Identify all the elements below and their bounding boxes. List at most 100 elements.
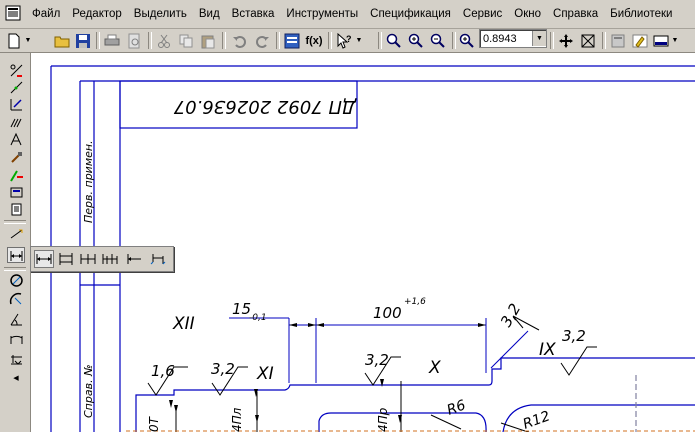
paste-icon[interactable] <box>198 31 218 50</box>
point-tool-icon[interactable] <box>7 79 25 95</box>
document-icon[interactable] <box>5 5 21 21</box>
linear-chain-icon[interactable] <box>100 250 120 268</box>
zoom-scale-input[interactable]: 0.8943 ▼ <box>479 29 547 48</box>
main-toolbar: ▼ f(x) ? ▼ ▼ <box>0 29 695 53</box>
roughness-value-1-6: 1,6 <box>151 362 175 380</box>
style-icon[interactable] <box>630 31 650 50</box>
dimension-group-button[interactable] <box>7 247 25 263</box>
expand-toolbar-icon[interactable]: ◀ <box>7 370 25 386</box>
toolbar-separator <box>452 32 456 49</box>
size-tool-icon[interactable] <box>7 96 25 112</box>
drawing-sheet: ДП 7092 2026З6.07 Перв. примен. Справ. №… <box>50 65 695 432</box>
linear-from-base-icon[interactable] <box>78 250 98 268</box>
roughness-value-3-2-d: 3,2 <box>497 300 525 330</box>
fragment-label-4pl: 4Пл <box>230 407 244 432</box>
menu-specification[interactable]: Спецификация <box>364 8 457 20</box>
edit-tool-icon[interactable] <box>7 131 25 147</box>
properties-panel-icon[interactable] <box>282 31 302 50</box>
cut-icon[interactable] <box>154 31 174 50</box>
height-dimension-tool-icon[interactable] <box>7 351 25 367</box>
linear-break-icon[interactable] <box>124 250 144 268</box>
linear-dimension-icon[interactable] <box>56 250 76 268</box>
redo-icon[interactable] <box>252 31 272 50</box>
save-icon[interactable] <box>73 31 93 50</box>
parametrization-tool-icon[interactable] <box>7 149 25 165</box>
radius-label-r6: R6 <box>445 397 468 418</box>
menu-service[interactable]: Сервис <box>457 8 508 20</box>
refresh-view-icon[interactable] <box>578 31 598 50</box>
zoom-in-icon[interactable] <box>406 31 426 50</box>
dimension-tolerance-15: -0,1 <box>249 313 267 323</box>
menu-insert[interactable]: Вставка <box>226 8 281 20</box>
toolbar-separator <box>378 32 382 49</box>
menu-editor[interactable]: Редактор <box>66 8 128 20</box>
view-dropdown-icon[interactable]: ▼ <box>671 31 679 50</box>
roughness-value-3-2-c: 3,2 <box>562 327 586 345</box>
select-tool-icon[interactable] <box>7 184 25 200</box>
menu-window[interactable]: Окно <box>508 8 547 20</box>
compact-toolbar: ◀ <box>0 53 31 432</box>
variables-fx-button[interactable]: f(x) <box>303 31 325 50</box>
linear-dimension-tool-icon[interactable] <box>7 227 25 243</box>
auto-dimension-icon[interactable] <box>34 250 54 268</box>
dimension-tolerance-100: +1,6 <box>404 297 426 307</box>
arc-length-tool-icon[interactable] <box>7 331 25 347</box>
zoom-window-icon[interactable] <box>384 31 404 50</box>
new-dropdown-icon[interactable]: ▼ <box>24 31 32 50</box>
menu-view[interactable]: Вид <box>193 8 226 20</box>
toolbar-separator <box>328 32 332 49</box>
fragment-label-0t: 0T <box>147 415 161 432</box>
zoom-dropdown-icon[interactable]: ▼ <box>532 31 546 46</box>
menu-tools[interactable]: Инструменты <box>280 8 364 20</box>
side-label-primary-use: Перв. примен. <box>82 140 95 223</box>
zoom-value: 0.8943 <box>483 32 517 45</box>
stamp-designation: ДП 7092 2026З6.07 <box>173 96 357 117</box>
toolbar-separator <box>4 220 26 224</box>
radius-label-r12: R12 <box>521 408 552 432</box>
toolbar-separator <box>276 32 280 49</box>
dimension-flyout-toolbar <box>30 246 174 272</box>
roughness-value-3-2-b: 3,2 <box>365 351 389 369</box>
angle-dimension-tool-icon[interactable] <box>7 311 25 327</box>
radius-dimension-tool-icon[interactable] <box>7 291 25 307</box>
toolbar-separator <box>222 32 226 49</box>
menu-help[interactable]: Справка <box>547 8 604 20</box>
roughness-leader-line <box>490 330 529 369</box>
new-document-icon[interactable] <box>4 31 24 50</box>
roughness-value-3-2-a: 3,2 <box>211 360 235 378</box>
menu-file[interactable]: Файл <box>26 8 66 20</box>
copy-icon[interactable] <box>176 31 196 50</box>
svg-text:?: ? <box>346 34 352 44</box>
zoom-out-icon[interactable] <box>428 31 448 50</box>
help-dropdown-icon[interactable]: ▼ <box>355 31 363 50</box>
section-label-ix: IX <box>539 340 556 360</box>
linear-shelf-icon[interactable] <box>148 250 168 268</box>
toolbar-separator <box>96 32 100 49</box>
open-folder-icon[interactable] <box>52 31 72 50</box>
side-label-reference-number: Справ. № <box>82 364 95 418</box>
view-manager-icon[interactable] <box>651 31 671 50</box>
circle-dimension-tool-icon[interactable] <box>7 272 25 288</box>
drawing-canvas[interactable]: ДП 7092 2026З6.07 Перв. примен. Справ. №… <box>31 53 695 432</box>
zoom-scale-icon[interactable] <box>457 31 477 50</box>
section-label-x: X <box>428 358 441 378</box>
hatch-tool-icon[interactable] <box>7 114 25 130</box>
toolbar-separator <box>148 32 152 49</box>
undo-icon[interactable] <box>230 31 250 50</box>
section-label-xi: XI <box>256 364 274 384</box>
help-pointer-icon[interactable]: ? <box>334 31 354 50</box>
layers-icon[interactable] <box>608 31 628 50</box>
spec-tool-icon[interactable] <box>7 201 25 217</box>
measure-tool-icon[interactable] <box>7 167 25 183</box>
print-icon[interactable] <box>102 31 122 50</box>
toolbar-separator <box>602 32 606 49</box>
print-preview-icon[interactable] <box>124 31 144 50</box>
menu-select[interactable]: Выделить <box>128 8 193 20</box>
menu-libraries[interactable]: Библиотеки <box>604 8 678 20</box>
dimension-value-100: 100 <box>373 304 402 322</box>
toolbar-separator <box>550 32 554 49</box>
fragment-label-4pr: 4Пр <box>376 407 390 432</box>
pan-icon[interactable] <box>556 31 576 50</box>
menu-bar: Файл Редактор Выделить Вид Вставка Инстр… <box>0 0 695 29</box>
geometry-tool-icon[interactable] <box>7 62 25 78</box>
